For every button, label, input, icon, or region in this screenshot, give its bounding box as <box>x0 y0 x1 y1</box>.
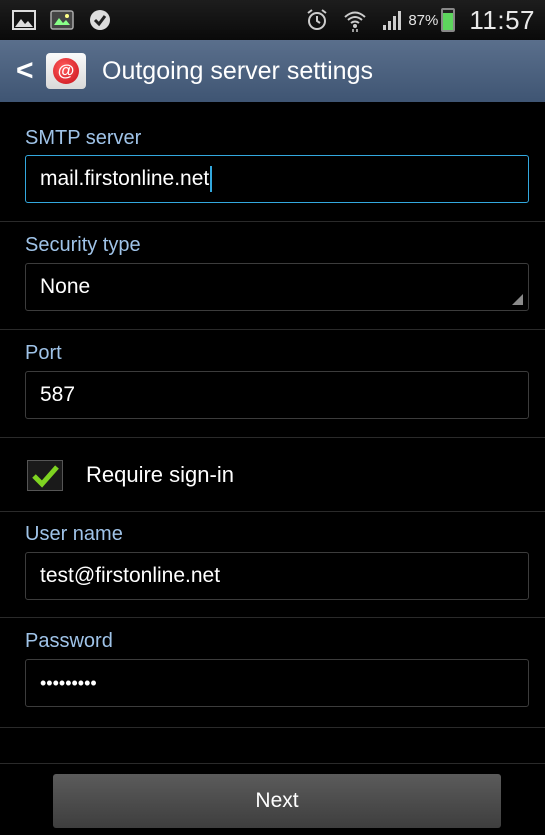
port-label: Port <box>25 342 62 364</box>
smtp-server-value: mail.firstonline.net <box>40 167 210 190</box>
username-label: User name <box>25 523 123 545</box>
photo-icon <box>50 9 74 31</box>
security-type-label: Security type <box>25 234 141 256</box>
username-value: test@firstonline.net <box>40 564 221 587</box>
password-section: Password ••••••••• <box>0 618 545 728</box>
password-value: ••••••••• <box>40 672 97 693</box>
security-section: Security type None <box>0 222 545 330</box>
battery-icon <box>441 8 456 32</box>
port-value: 587 <box>40 383 76 406</box>
status-bar: 87% 11:57 <box>0 0 545 40</box>
require-signin-label[interactable]: Require sign-in <box>86 462 234 488</box>
security-type-select[interactable]: None <box>25 263 529 311</box>
action-bar: < @ Outgoing server settings <box>0 40 545 102</box>
password-label: Password <box>25 630 113 652</box>
require-signin-checkbox[interactable] <box>27 460 63 491</box>
text-caret <box>210 166 213 192</box>
signal-icon <box>381 9 405 31</box>
wifi-icon <box>343 9 367 32</box>
status-right-icons: 87% 11:57 <box>305 5 535 36</box>
port-input[interactable]: 587 <box>25 371 529 419</box>
email-app-icon[interactable]: @ <box>46 53 86 89</box>
smtp-server-label: SMTP server <box>25 127 142 149</box>
page-title: Outgoing server settings <box>102 56 373 85</box>
battery-fill <box>443 12 454 30</box>
username-input[interactable]: test@firstonline.net <box>25 552 529 600</box>
battery-percent: 87% <box>408 11 439 29</box>
clock: 11:57 <box>469 4 535 35</box>
require-signin-section <box>0 438 545 512</box>
status-left-icons <box>12 9 112 31</box>
back-chevron-icon[interactable]: < <box>16 54 36 88</box>
alarm-icon <box>305 9 329 31</box>
password-input[interactable]: ••••••••• <box>25 659 529 707</box>
dropdown-corner-icon <box>512 294 523 305</box>
next-button[interactable]: Next <box>53 774 501 828</box>
security-type-value: None <box>40 275 91 298</box>
smtp-server-input[interactable]: mail.firstonline.net <box>25 155 529 203</box>
smtp-section: SMTP server mail.firstonline.net <box>0 102 545 222</box>
at-sign-icon: @ <box>53 58 79 84</box>
username-section: User name test@firstonline.net <box>0 512 545 618</box>
checkmark-icon <box>32 464 59 488</box>
battery-group: 87% <box>381 8 456 32</box>
check-circle-icon <box>88 9 112 31</box>
gallery-icon <box>12 9 36 31</box>
port-section: Port 587 <box>0 330 545 438</box>
